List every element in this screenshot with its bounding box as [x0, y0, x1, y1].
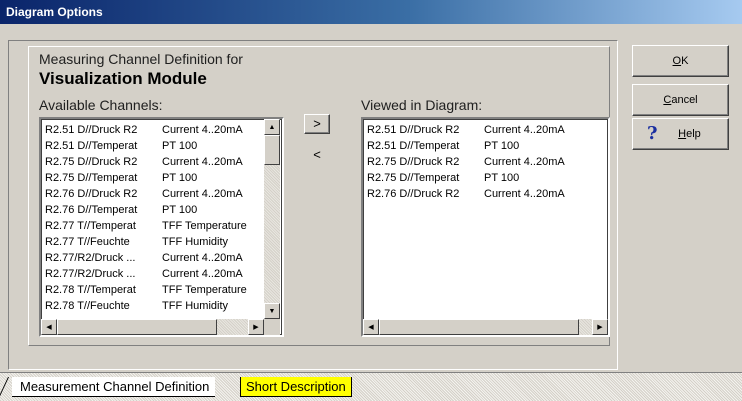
channel-name: R2.77/R2/Druck ...: [45, 268, 136, 280]
channel-name: R2.76 D//Druck R2: [367, 188, 460, 200]
list-item[interactable]: R2.75 D//Druck R2 Current 4..20mA: [367, 154, 565, 170]
channel-name: R2.75 D//Temperat: [367, 172, 460, 184]
viewed-horizontal-scrollbar[interactable]: ◀ ▶: [363, 319, 608, 335]
channel-type: Current 4..20mA: [162, 188, 243, 200]
channel-type: PT 100: [162, 172, 198, 184]
channel-name: R2.51 D//Druck R2: [367, 124, 460, 136]
cancel-button[interactable]: Cancel: [632, 84, 729, 116]
list-item[interactable]: R2.77/R2/Druck ... Current 4..20mA: [45, 250, 247, 266]
help-label: elp: [686, 128, 701, 140]
channel-type: Current 4..20mA: [162, 124, 243, 136]
channel-type: PT 100: [484, 140, 520, 152]
channel-type: PT 100: [162, 140, 198, 152]
scroll-up-icon[interactable]: ▲: [264, 119, 280, 135]
channel-type: Current 4..20mA: [162, 252, 243, 264]
ok-label: K: [681, 55, 689, 67]
heading-title: Visualization Module: [39, 69, 207, 88]
channel-type: Current 4..20mA: [162, 156, 243, 168]
available-horizontal-scrollbar[interactable]: ◀ ▶: [41, 319, 264, 335]
scroll-corner: [264, 319, 280, 335]
help-question-icon: ?: [647, 123, 658, 144]
scroll-left-icon[interactable]: ◀: [41, 319, 57, 335]
scroll-left-icon[interactable]: ◀: [363, 319, 379, 335]
channel-type: PT 100: [162, 204, 198, 216]
channel-name: R2.75 D//Druck R2: [45, 156, 138, 168]
list-item[interactable]: R2.76 D//Druck R2 Current 4..20mA: [45, 186, 247, 202]
channel-name: R2.75 D//Druck R2: [367, 156, 460, 168]
list-item[interactable]: R2.75 D//Temperat PT 100: [367, 170, 565, 186]
scroll-down-icon[interactable]: ▼: [264, 303, 280, 319]
channel-type: TFF Humidity: [162, 236, 228, 248]
channel-type: Current 4..20mA: [162, 268, 243, 280]
channel-type: TFF Temperature: [162, 220, 247, 232]
list-item[interactable]: R2.75 D//Druck R2 Current 4..20mA: [45, 154, 247, 170]
scroll-right-icon[interactable]: ▶: [592, 319, 608, 335]
channel-type: Current 4..20mA: [484, 188, 565, 200]
list-item[interactable]: R2.75 D//Temperat PT 100: [45, 170, 247, 186]
channel-name: R2.77/R2/Druck ...: [45, 252, 136, 264]
channel-name: R2.51 D//Temperat: [367, 140, 460, 152]
ok-button[interactable]: OK: [632, 45, 729, 77]
scroll-right-icon[interactable]: ▶: [248, 319, 264, 335]
help-mnemonic: H: [678, 128, 687, 140]
list-item[interactable]: R2.51 D//Druck R2 Current 4..20mA: [367, 122, 565, 138]
list-item[interactable]: R2.78 T//Temperat TFF Temperature: [45, 282, 247, 298]
tab-short-description[interactable]: Short Description: [240, 377, 352, 397]
window-title: Diagram Options: [0, 0, 742, 24]
available-channels-list[interactable]: R2.51 D//Druck R2 Current 4..20mA R2.51 D/…: [39, 117, 284, 337]
scroll-thumb[interactable]: [379, 319, 579, 335]
viewed-in-diagram-label: Viewed in Diagram:: [361, 97, 483, 113]
help-button[interactable]: ? Help: [632, 118, 729, 150]
tab-measurement-channel-definition[interactable]: Measurement Channel Definition: [12, 377, 216, 397]
available-channels-label: Available Channels:: [39, 97, 163, 113]
list-item[interactable]: R2.76 D//Temperat PT 100: [45, 202, 247, 218]
list-item[interactable]: R2.77 T//Temperat TFF Temperature: [45, 218, 247, 234]
available-vertical-scrollbar[interactable]: ▲ ▼: [264, 119, 280, 319]
cancel-mnemonic: C: [663, 94, 672, 106]
channel-name: R2.77 T//Temperat: [45, 220, 136, 232]
add-channel-button[interactable]: >: [304, 114, 330, 134]
list-item[interactable]: R2.77 T//Feuchte TFF Humidity: [45, 234, 247, 250]
channel-name: R2.51 D//Druck R2: [45, 124, 138, 136]
ok-mnemonic: O: [672, 55, 682, 67]
list-item[interactable]: R2.77/R2/Druck ... Current 4..20mA: [45, 266, 247, 282]
channel-name: R2.78 T//Feuchte: [45, 300, 130, 312]
channel-name: R2.51 D//Temperat: [45, 140, 138, 152]
list-item[interactable]: R2.51 D//Druck R2 Current 4..20mA: [45, 122, 247, 138]
channel-name: R2.77 T//Feuchte: [45, 236, 130, 248]
cancel-label: ancel: [671, 94, 698, 106]
channel-name: R2.76 D//Temperat: [45, 204, 138, 216]
remove-channel-button[interactable]: <: [304, 146, 330, 166]
channel-type: TFF Humidity: [162, 300, 228, 312]
scroll-thumb[interactable]: [57, 319, 217, 335]
tab-bar: Measurement Channel Definition Short Des…: [0, 372, 742, 401]
list-item[interactable]: R2.78 T//Feuchte TFF Humidity: [45, 298, 247, 314]
channel-name: R2.75 D//Temperat: [45, 172, 138, 184]
channel-type: PT 100: [484, 172, 520, 184]
scroll-thumb[interactable]: [264, 135, 280, 165]
list-item[interactable]: R2.51 D//Temperat PT 100: [367, 138, 565, 154]
channel-type: TFF Temperature: [162, 284, 247, 296]
list-item[interactable]: R2.76 D//Druck R2 Current 4..20mA: [367, 186, 565, 202]
channel-name: R2.78 T//Temperat: [45, 284, 136, 296]
list-item[interactable]: R2.51 D//Temperat PT 100: [45, 138, 247, 154]
heading-subtitle: Measuring Channel Definition for: [39, 51, 243, 67]
channel-type: Current 4..20mA: [484, 156, 565, 168]
channel-name: R2.76 D//Druck R2: [45, 188, 138, 200]
viewed-channels-list[interactable]: R2.51 D//Druck R2 Current 4..20mA R2.51 D/…: [361, 117, 610, 337]
channel-type: Current 4..20mA: [484, 124, 565, 136]
